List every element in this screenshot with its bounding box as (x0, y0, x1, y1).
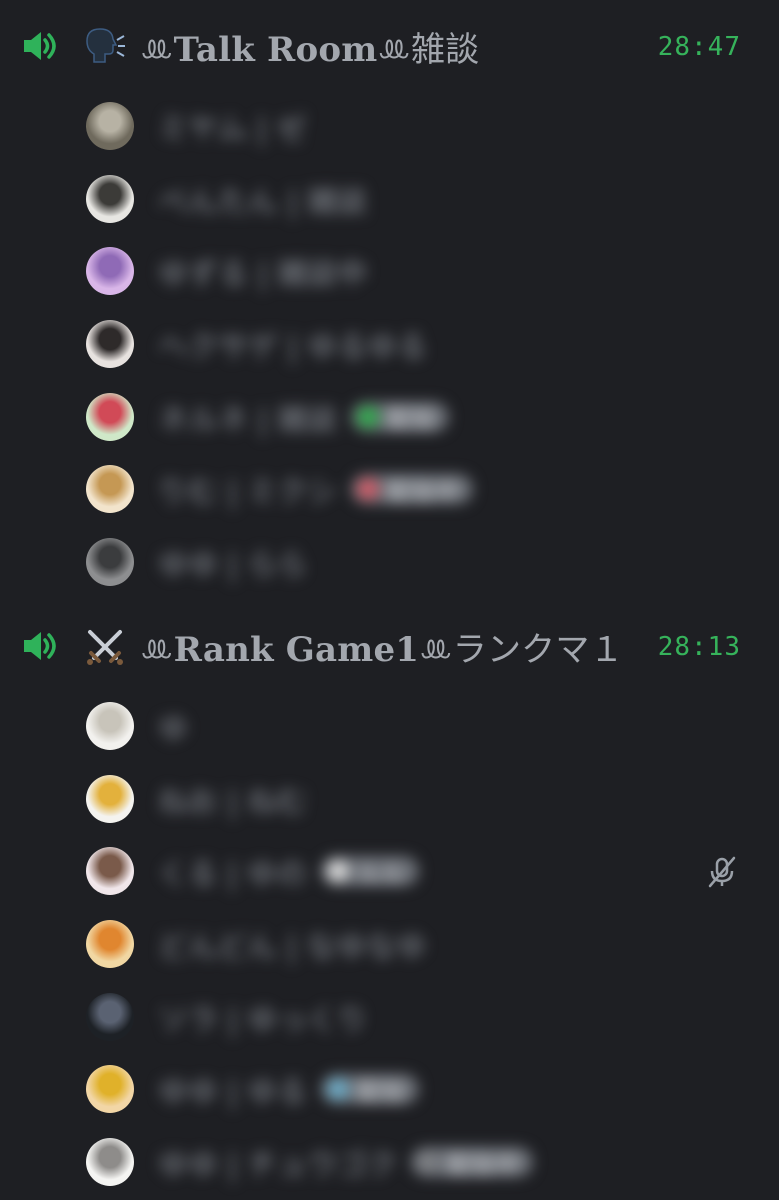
member-name: ゆ (158, 712, 188, 747)
status-dot (326, 860, 349, 883)
voice-member[interactable]: ヘクサゲ | ゆるゆる (0, 308, 779, 381)
member-name: ゆゆ | チュウゴク (158, 1148, 398, 1184)
voice-member[interactable]: ねお | ねむ (0, 763, 779, 836)
status-dot (417, 1151, 440, 1174)
avatar[interactable] (86, 774, 134, 823)
member-name-blurred: どんどん | なゆなゆ (158, 922, 426, 966)
avatar[interactable] (86, 847, 134, 896)
member-name: ゆゆ | ゆる (158, 1075, 308, 1111)
channel-name: ꔛRank Game1ꔛランクマ１ (140, 622, 624, 671)
voice-channel: ꔛRank Game1ꔛランクマ１ 28:13 ゆねお | ねむ くる | ゆの ルル … (0, 600, 779, 1199)
status-label: 配信中 (387, 477, 460, 506)
voice-member[interactable]: ミヤム | ゼ (0, 90, 779, 163)
voice-member[interactable]: ネルネ | 雑談 配信 (0, 381, 779, 454)
voice-channel-header[interactable]: ꔛTalk Roomꔛ雑談 28:47 (0, 0, 779, 90)
channel-name-separator: ꔛ (140, 630, 174, 670)
speaker-icon (20, 626, 60, 666)
avatar[interactable] (86, 320, 134, 369)
member-name: ゆずる | 雑談中 (158, 257, 368, 293)
member-name-blurred: べんたん | 雑談 (158, 177, 367, 221)
avatar[interactable] (86, 392, 134, 441)
member-name-blurred: ヘクサゲ | ゆるゆる (158, 322, 427, 366)
voice-member[interactable]: ゆゆ | らら (0, 526, 779, 599)
avatar[interactable] (86, 465, 134, 514)
voice-channel-header[interactable]: ꔛRank Game1ꔛランクマ１ 28:13 (0, 600, 779, 690)
member-name-blurred: ソラ | ゆっくり (158, 995, 367, 1039)
status-label: 配信 (357, 1077, 406, 1106)
voice-elapsed-timer: 28:13 (657, 632, 741, 662)
member-name-blurred: ねお | ねむ (158, 777, 307, 821)
avatar[interactable] (86, 174, 134, 223)
avatar[interactable] (86, 1065, 134, 1114)
avatar[interactable] (86, 702, 134, 750)
avatar[interactable] (86, 920, 134, 969)
avatar[interactable] (86, 247, 134, 296)
avatar[interactable] (86, 102, 134, 150)
status-badge: 配信中 (351, 474, 474, 506)
voice-member[interactable]: ソラ | ゆっくり (0, 981, 779, 1054)
channel-subtitle: 雑談 (411, 30, 480, 70)
member-name: ゆゆ | らら (158, 548, 308, 584)
status-label: 配信 (387, 405, 436, 434)
member-name: くる | ゆの (158, 857, 307, 893)
channel-name: ꔛTalk Roomꔛ雑談 (140, 22, 479, 71)
member-name: ミヤム | ゼ (158, 112, 307, 147)
channel-name-separator: ꔛ (377, 30, 412, 70)
avatar[interactable] (86, 1138, 134, 1187)
member-name: ネルネ | 雑談 (158, 402, 338, 438)
member-name-blurred: ゆ (158, 704, 188, 748)
voice-member[interactable]: どんどん | なゆなゆ (0, 908, 779, 981)
member-name: ねお | ねむ (158, 784, 308, 820)
member-name: どんどん | なゆなゆ (158, 930, 427, 966)
status-label: 配信中 (447, 1150, 520, 1179)
voice-elapsed-timer: 28:47 (657, 32, 741, 62)
avatar[interactable] (86, 538, 134, 587)
status-dot (357, 405, 380, 428)
avatar[interactable] (86, 992, 134, 1041)
member-name: ソラ | ゆっくり (158, 1002, 368, 1038)
voice-member[interactable]: ゆずる | 雑談中 (0, 235, 779, 308)
status-dot (327, 1078, 350, 1101)
status-badge: 配信 (321, 1074, 420, 1106)
voice-member[interactable]: ゆゆ | ゆる 配信 (0, 1053, 779, 1126)
member-name-blurred: ゆずる | 雑談中 (158, 249, 367, 293)
channel-subtitle: ランクマ１ (452, 630, 624, 670)
status-label: ルル (356, 859, 405, 888)
member-name-blurred: ゆゆ | チュウゴク 配信中 (158, 1140, 534, 1184)
member-name-blurred: ミヤム | ゼ (158, 104, 306, 148)
status-dot (357, 478, 380, 501)
voice-member[interactable]: りむ | ミクシ 配信中 (0, 453, 779, 526)
member-name: ヘクサゲ | ゆるゆる (158, 330, 428, 366)
voice-member[interactable]: ゆ (0, 690, 779, 763)
member-name: べんたん | 雑談 (158, 184, 368, 220)
channel-name-separator: ꔛ (419, 630, 453, 670)
channel-title: Rank Game1 (173, 630, 420, 670)
status-badge: 配信 (351, 401, 450, 434)
member-name-blurred: くる | ゆの ルル (158, 849, 419, 893)
voice-member[interactable]: ゆゆ | チュウゴク 配信中 (0, 1126, 779, 1199)
member-name: りむ | ミクシ (158, 475, 338, 511)
member-name-blurred: りむ | ミクシ 配信中 (158, 467, 474, 511)
channel-name-separator: ꔛ (140, 30, 174, 70)
channel-title: Talk Room (173, 30, 378, 70)
member-name-blurred: ゆゆ | らら (158, 540, 307, 584)
voice-channel: ꔛTalk Roomꔛ雑談 28:47 ミヤム | ゼべんたん | 雑談 ゆずる | … (0, 0, 779, 599)
microphone-muted-icon (705, 855, 739, 889)
status-badge: ルル (320, 856, 419, 888)
member-name-blurred: ネルネ | 雑談 配信 (158, 395, 450, 439)
speaker-icon (20, 26, 60, 66)
status-badge: 配信中 (411, 1147, 534, 1179)
voice-member[interactable]: くる | ゆの ルル (0, 835, 779, 908)
crossed-swords-icon (84, 626, 126, 668)
member-name-blurred: ゆゆ | ゆる 配信 (158, 1067, 420, 1111)
voice-member[interactable]: べんたん | 雑談 (0, 163, 779, 236)
speaking-head-icon (84, 26, 126, 68)
